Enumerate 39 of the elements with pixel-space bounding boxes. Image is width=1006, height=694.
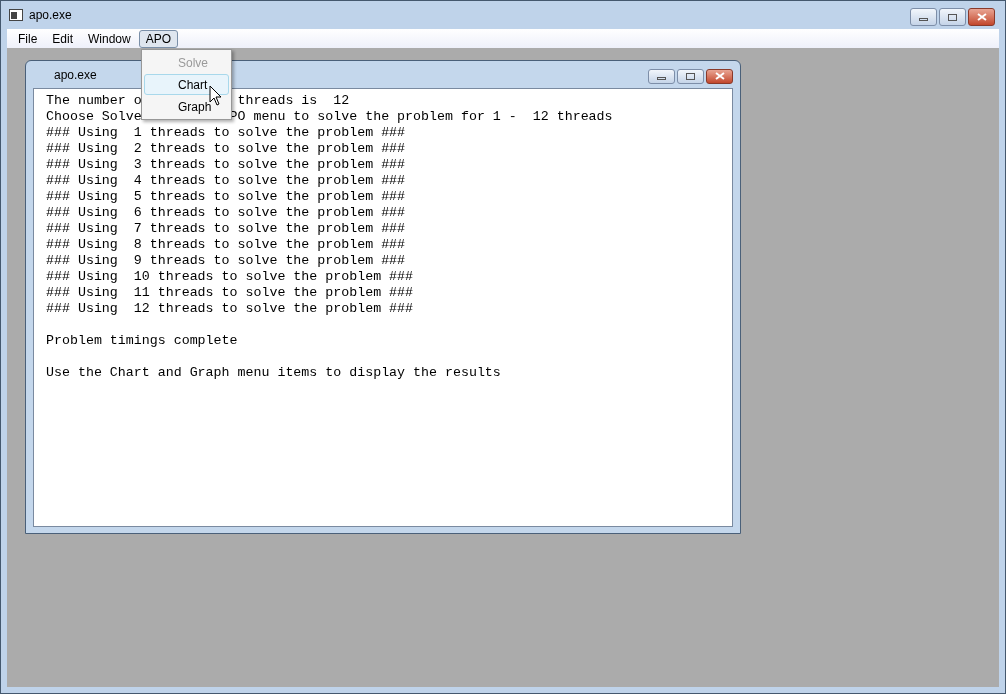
mouse-pointer-icon — [209, 85, 223, 107]
dropdown-item[interactable]: Chart — [144, 74, 229, 95]
menu-item[interactable]: File — [11, 29, 45, 48]
maximize-icon — [948, 13, 957, 21]
output-line: ### Using 1 threads to solve the problem ### — [46, 125, 406, 140]
minimize-button[interactable] — [910, 8, 937, 26]
output-line: ### Using 5 threads to solve the problem ### — [46, 189, 406, 204]
output-line: Problem timings complete — [46, 333, 238, 348]
close-icon — [714, 72, 725, 80]
minimize-icon — [919, 18, 928, 21]
close-button[interactable] — [706, 68, 733, 84]
output-line: ### Using 7 threads to solve the problem ### — [46, 221, 406, 236]
output-line: The number o — [46, 93, 142, 109]
dropdown-item[interactable]: Graph — [144, 96, 229, 117]
output-line: Choose Solve — [46, 109, 142, 125]
menu-item[interactable]: Window — [81, 29, 138, 48]
maximize-icon — [686, 72, 695, 80]
close-icon — [976, 13, 987, 21]
output-line: ### Using 2 threads to solve the problem ### — [46, 141, 406, 156]
minimize-button[interactable] — [648, 68, 675, 84]
output-line: threads is 12 — [237, 93, 350, 109]
maximize-button[interactable] — [677, 68, 704, 84]
output-line: ### Using 6 threads to solve the problem ### — [46, 205, 406, 220]
maximize-button[interactable] — [939, 8, 966, 26]
minimize-icon — [657, 77, 666, 80]
output-line: ### Using 12 threads to solve the problem ### — [46, 301, 414, 316]
menu-item[interactable]: Edit — [45, 29, 81, 48]
child-window-title: apo.exe — [54, 66, 97, 84]
close-button[interactable] — [968, 8, 995, 26]
menu-item[interactable]: APO — [138, 29, 179, 48]
output-line: ### Using 8 threads to solve the problem ### — [46, 237, 406, 252]
window-title: apo.exe — [29, 7, 72, 24]
output-line: ### Using 11 threads to solve the problem ### — [46, 285, 414, 300]
app-icon — [9, 9, 23, 21]
output-line: ### Using 3 threads to solve the problem ### — [46, 157, 406, 172]
output-line: ### Using 9 threads to solve the problem ### — [46, 253, 406, 268]
output-line: ### Using 4 threads to solve the problem ### — [46, 173, 406, 188]
output-line: ### Using 10 threads to solve the problem ### — [46, 269, 414, 284]
output-line: Use the Chart and Graph menu items to display the results — [46, 365, 501, 380]
